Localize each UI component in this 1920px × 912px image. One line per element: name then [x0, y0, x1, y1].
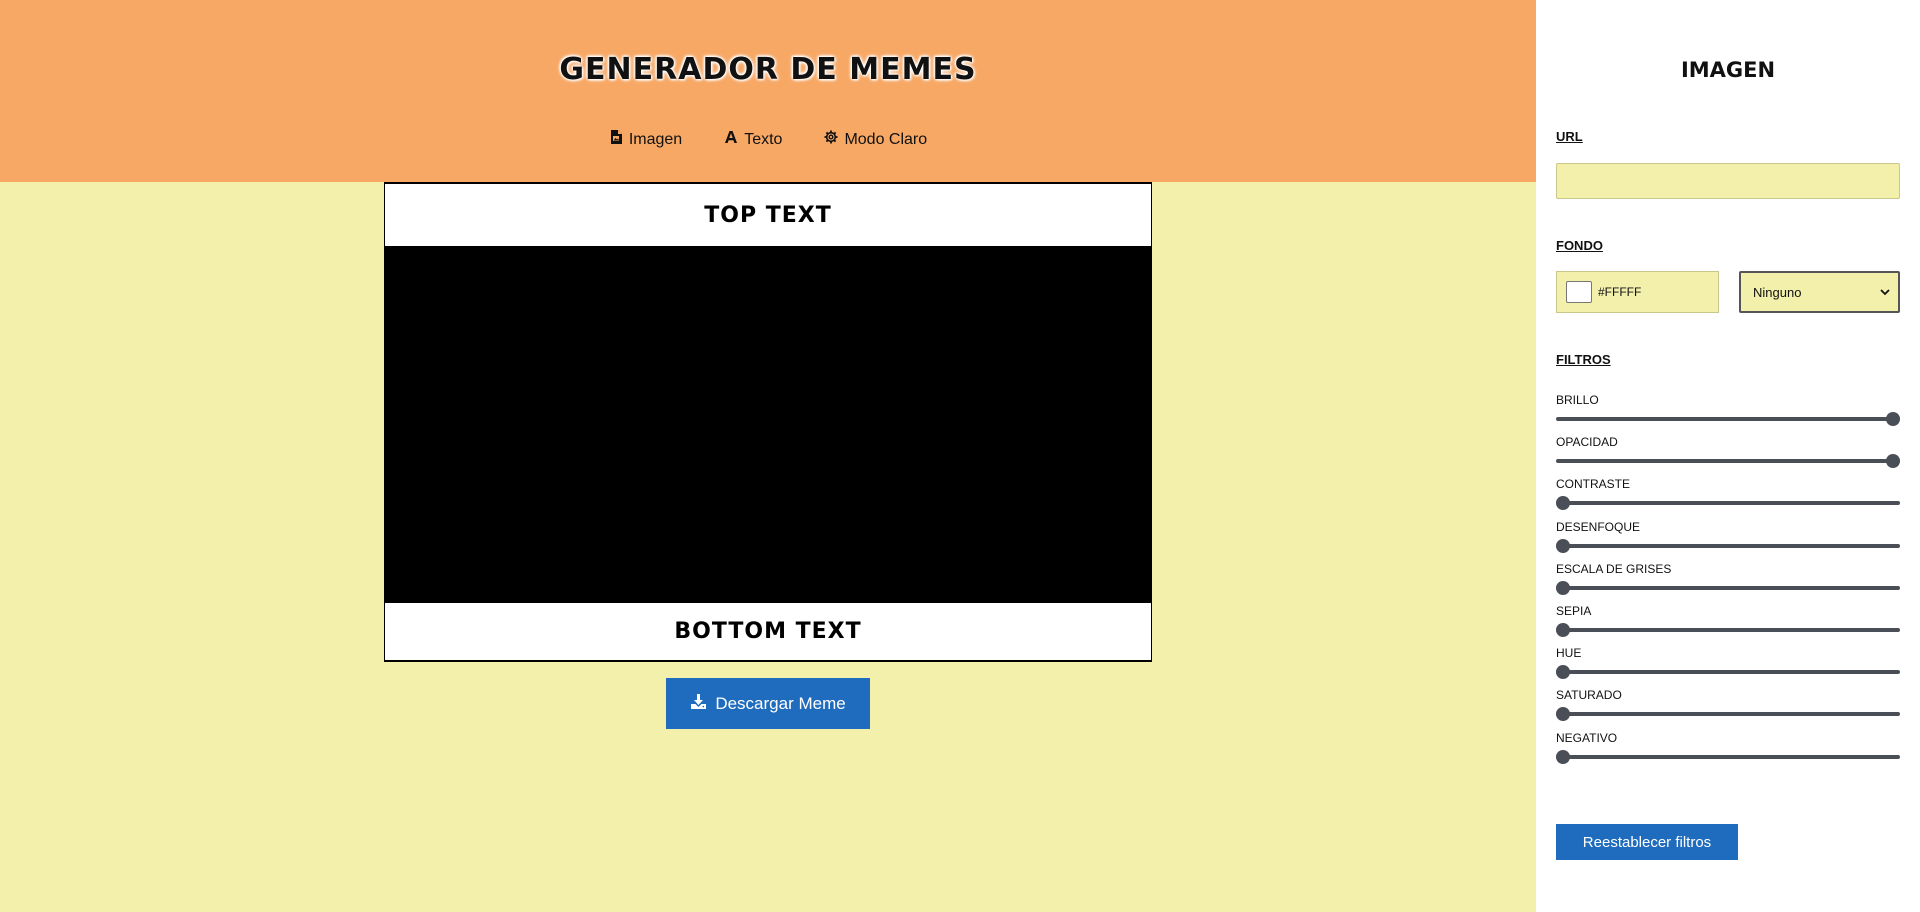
filter-label: BRILLO	[1556, 393, 1599, 407]
gear-icon	[824, 130, 838, 149]
filter-slider[interactable]	[1556, 538, 1900, 553]
nav-imagen[interactable]: Imagen	[609, 130, 682, 149]
slider-track	[1556, 543, 1900, 548]
slider-thumb[interactable]	[1556, 707, 1570, 722]
filter-label: SATURADO	[1556, 688, 1622, 703]
meme-top-text: TOP TEXT	[385, 184, 1151, 246]
page-title: GENERADOR DE MEMES	[559, 52, 977, 87]
filter-slider[interactable]	[1556, 454, 1900, 469]
slider-track	[1556, 585, 1900, 590]
slider-track	[1556, 670, 1900, 675]
filter-slider[interactable]	[1556, 623, 1900, 637]
nav-texto[interactable]: Texto	[724, 130, 782, 149]
filter-slider[interactable]	[1556, 707, 1900, 722]
image-panel: IMAGEN URL FONDO #FFFFF Ninguno FILTROS …	[1536, 0, 1920, 912]
slider-track	[1556, 712, 1900, 717]
meme-bottom-text: BOTTOM TEXT	[385, 603, 1151, 660]
filtros-label: FILTROS	[1556, 352, 1611, 367]
download-label: Descargar Meme	[715, 693, 846, 713]
filter-label: DESENFOQUE	[1556, 519, 1641, 534]
blend-mode-selected: Ninguno	[1753, 284, 1802, 300]
slider-thumb[interactable]	[1556, 623, 1570, 637]
url-label: URL	[1556, 129, 1583, 144]
filter-label: HUE	[1556, 646, 1582, 661]
slider-thumb[interactable]	[1556, 538, 1570, 553]
image-file-icon	[609, 130, 623, 149]
url-input[interactable]	[1556, 163, 1900, 199]
filter-label: ESCALA DE GRISES	[1556, 561, 1672, 576]
meme-canvas: TOP TEXT BOTTOM TEXT	[384, 182, 1152, 662]
meme-image	[385, 246, 1151, 603]
nav-imagen-label: Imagen	[628, 130, 683, 148]
slider-thumb[interactable]	[1556, 665, 1570, 680]
main-nav: Imagen Texto Modo Claro	[0, 130, 1536, 149]
filter-slider[interactable]	[1556, 496, 1900, 511]
fondo-label: FONDO	[1556, 238, 1603, 253]
download-meme-button[interactable]: Descargar Meme	[666, 678, 870, 729]
slider-track	[1556, 459, 1900, 464]
color-value: #FFFFF	[1598, 285, 1642, 299]
chevron-down-icon	[1880, 285, 1890, 300]
filter-slider[interactable]	[1556, 412, 1900, 426]
slider-track	[1556, 417, 1900, 421]
filter-slider[interactable]	[1556, 665, 1900, 680]
slider-track	[1556, 754, 1900, 759]
nav-texto-label: Texto	[744, 130, 783, 148]
filter-slider[interactable]	[1556, 749, 1900, 764]
slider-thumb[interactable]	[1886, 454, 1900, 469]
font-icon	[724, 130, 738, 149]
slider-track	[1556, 501, 1900, 506]
color-swatch	[1566, 281, 1592, 303]
download-icon	[690, 693, 707, 715]
nav-modo-claro-label: Modo Claro	[844, 130, 928, 148]
filter-label: OPACIDAD	[1556, 435, 1618, 450]
header: GENERADOR DE MEMES Imagen Texto Modo Cla…	[0, 0, 1536, 182]
blend-mode-select[interactable]: Ninguno	[1739, 271, 1900, 313]
nav-modo-claro[interactable]: Modo Claro	[824, 130, 927, 149]
slider-thumb[interactable]	[1556, 496, 1570, 511]
panel-title: IMAGEN	[1680, 58, 1776, 82]
slider-thumb[interactable]	[1556, 580, 1570, 595]
slider-track	[1556, 628, 1900, 632]
filter-label: SEPIA	[1556, 604, 1592, 618]
background-color-picker[interactable]: #FFFFF	[1556, 271, 1719, 313]
reset-filters-button[interactable]: Reestablecer filtros	[1556, 824, 1738, 860]
filter-slider[interactable]	[1556, 580, 1900, 595]
slider-thumb[interactable]	[1556, 749, 1570, 764]
filter-label: CONTRASTE	[1556, 477, 1631, 492]
slider-thumb[interactable]	[1886, 412, 1900, 426]
filter-label: NEGATIVO	[1556, 730, 1618, 745]
